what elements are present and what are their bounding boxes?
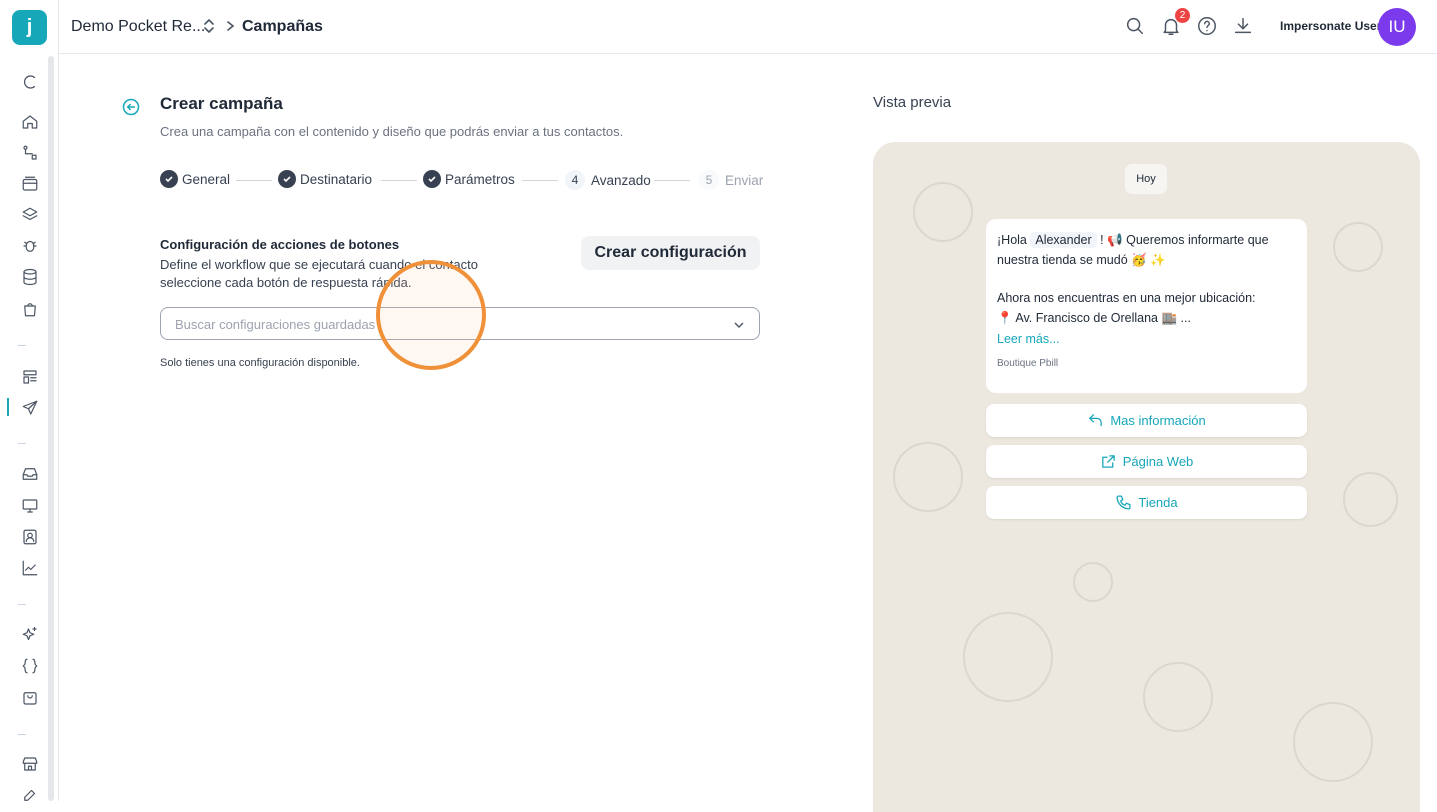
step-label: Avanzado [591,172,651,188]
message-text: nuestra tienda se mudó 🥳 ✨ [997,252,1166,267]
step-connector [236,180,272,181]
collapse-icon[interactable] [18,70,42,94]
send-icon[interactable] [18,396,42,420]
background-doodle [1333,222,1383,272]
greeting-text: ¡Hola [997,233,1027,247]
check-icon [278,170,296,188]
background-doodle [913,182,973,242]
background-doodle [893,442,963,512]
braces-icon[interactable] [18,654,42,678]
background-doodle [1143,662,1213,732]
reply-icon [1089,414,1103,427]
tools-icon[interactable] [18,783,42,807]
chevron-right-icon [226,17,236,40]
sidebar-divider [18,443,26,444]
external-link-icon [1101,455,1115,468]
step-connector [522,180,558,181]
cart-icon[interactable] [18,686,42,710]
user-name[interactable]: Impersonate User [1280,19,1381,33]
step-connector [381,180,417,181]
breadcrumb-page: Campañas [242,18,323,35]
search-icon[interactable] [1124,15,1146,37]
step-label: General [182,171,231,187]
bag-icon[interactable] [18,297,42,321]
website-button[interactable]: Página Web [986,445,1307,478]
chevron-updown-icon[interactable] [202,17,216,40]
sidebar-divider [18,345,26,346]
step-parametros[interactable]: Parámetros [423,170,515,188]
step-label: Destinatario [300,171,373,187]
message-text: ! 📢 Queremos informarte que [1100,233,1269,247]
step-number: 4 [565,170,585,190]
top-bar: Demo Pocket Re... Campañas [59,0,1437,54]
variable-chip: Alexander [1030,232,1097,248]
avatar[interactable]: IU [1378,8,1416,46]
contact-icon[interactable] [18,525,42,549]
help-icon[interactable] [1196,15,1218,37]
database-icon[interactable] [18,265,42,289]
monitor-icon[interactable] [18,494,42,518]
bug-icon[interactable] [18,234,42,258]
home-icon[interactable] [18,110,42,134]
step-label: Enviar [725,172,764,188]
breadcrumb-org[interactable]: Demo Pocket Re... [71,18,205,36]
call-button[interactable]: Tienda [986,486,1307,519]
create-config-button[interactable]: Crear configuración [581,236,760,270]
chevron-down-icon [733,318,745,336]
step-connector [654,180,690,181]
background-doodle [1343,472,1398,527]
config-search-select[interactable]: Buscar configuraciones guardadas [160,307,760,340]
message-text: Ahora nos encuentras en una mejor ubicac… [997,291,1256,305]
read-more-link[interactable]: Leer más... [997,330,1296,350]
sidebar-divider [18,604,26,605]
step-general[interactable]: General [160,170,230,188]
button-label: Tienda [1138,495,1178,510]
step-label: Parámetros [445,171,515,187]
sparkles-icon[interactable] [18,623,42,647]
inbox-icon[interactable] [18,462,42,486]
message-bubble: ¡Hola Alexander ! 📢 Queremos informarte … [986,219,1307,393]
page-subtitle: Crea una campaña con el contenido y dise… [160,124,624,139]
check-icon [423,170,441,188]
sidebar: j [0,0,59,801]
button-label: Página Web [1122,454,1194,469]
select-placeholder: Buscar configuraciones guardadas [175,317,376,332]
quick-reply-button[interactable]: Mas información [986,404,1307,437]
archive-icon[interactable] [18,172,42,196]
step-destinatario[interactable]: Destinatario [278,170,372,188]
step-avanzado[interactable]: 4 Avanzado [565,170,651,190]
background-doodle [963,612,1053,702]
button-label: Mas información [1110,413,1206,428]
background-doodle [1073,562,1113,602]
phone-icon [1116,495,1131,510]
date-chip: Hoy [1125,164,1167,194]
templates-icon[interactable] [18,365,42,389]
page-title: Crear campaña [160,94,283,113]
flow-icon[interactable] [18,141,42,165]
app-logo[interactable]: j [12,10,47,45]
layers-icon[interactable] [18,203,42,227]
active-indicator [7,398,9,416]
notification-badge: 2 [1175,8,1190,23]
whatsapp-preview: Hoy ¡Hola Alexander ! 📢 Queremos informa… [873,142,1420,812]
check-icon [160,170,178,188]
chart-icon[interactable] [18,556,42,580]
sidebar-scrollbar[interactable] [48,56,54,801]
config-title: Configuración de acciones de botones [160,237,400,252]
step-enviar: 5 Enviar [699,170,763,190]
message-text: 📍 Av. Francisco de Orellana 🏬 ... [997,310,1191,325]
config-hint: Solo tienes una configuración disponible… [160,357,360,369]
sidebar-divider [18,734,26,735]
store-icon[interactable] [18,752,42,776]
background-doodle [1293,702,1373,782]
step-number: 5 [699,170,719,190]
back-arrow-icon[interactable] [121,97,141,117]
download-icon[interactable] [1232,15,1254,37]
preview-title: Vista previa [873,94,952,111]
config-description: Define el workflow que se ejecutará cuan… [160,257,478,290]
message-footer: Boutique Pbill [997,357,1059,369]
